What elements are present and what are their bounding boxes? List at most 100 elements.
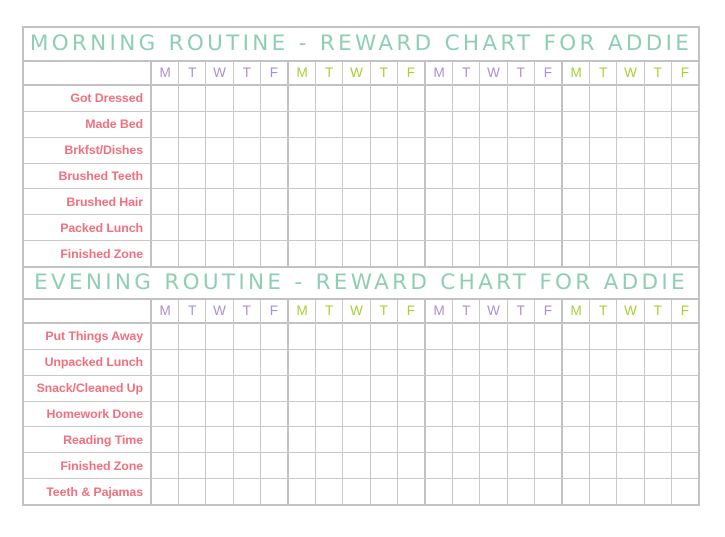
checkbox-cell[interactable] [316, 215, 344, 241]
checkbox-cell[interactable] [534, 163, 562, 189]
checkbox-cell[interactable] [233, 137, 261, 163]
checkbox-cell[interactable] [260, 137, 288, 163]
checkbox-cell[interactable] [453, 215, 481, 241]
checkbox-cell[interactable] [644, 401, 672, 427]
checkbox-cell[interactable] [480, 111, 508, 137]
checkbox-cell[interactable] [260, 479, 288, 505]
checkbox-cell[interactable] [671, 111, 699, 137]
checkbox-cell[interactable] [534, 453, 562, 479]
checkbox-cell[interactable] [397, 163, 425, 189]
checkbox-cell[interactable] [152, 375, 180, 401]
checkbox-cell[interactable] [644, 479, 672, 505]
checkbox-cell[interactable] [671, 86, 699, 111]
checkbox-cell[interactable] [260, 215, 288, 241]
checkbox-cell[interactable] [563, 163, 591, 189]
checkbox-cell[interactable] [617, 401, 645, 427]
checkbox-cell[interactable] [671, 241, 699, 267]
checkbox-cell[interactable] [426, 324, 454, 349]
checkbox-cell[interactable] [426, 349, 454, 375]
checkbox-cell[interactable] [260, 427, 288, 453]
checkbox-cell[interactable] [480, 401, 508, 427]
checkbox-cell[interactable] [590, 241, 618, 267]
checkbox-cell[interactable] [671, 215, 699, 241]
checkbox-cell[interactable] [343, 479, 371, 505]
checkbox-cell[interactable] [590, 215, 618, 241]
checkbox-cell[interactable] [617, 241, 645, 267]
checkbox-cell[interactable] [316, 375, 344, 401]
checkbox-cell[interactable] [534, 324, 562, 349]
checkbox-cell[interactable] [206, 401, 234, 427]
checkbox-cell[interactable] [644, 189, 672, 215]
checkbox-cell[interactable] [289, 349, 317, 375]
checkbox-cell[interactable] [507, 215, 535, 241]
checkbox-cell[interactable] [644, 163, 672, 189]
checkbox-cell[interactable] [507, 324, 535, 349]
checkbox-cell[interactable] [563, 427, 591, 453]
checkbox-cell[interactable] [397, 215, 425, 241]
checkbox-cell[interactable] [534, 137, 562, 163]
checkbox-cell[interactable] [179, 215, 207, 241]
checkbox-cell[interactable] [671, 137, 699, 163]
checkbox-cell[interactable] [671, 401, 699, 427]
checkbox-cell[interactable] [260, 111, 288, 137]
checkbox-cell[interactable] [370, 479, 398, 505]
checkbox-cell[interactable] [152, 324, 180, 349]
checkbox-cell[interactable] [617, 349, 645, 375]
checkbox-cell[interactable] [343, 324, 371, 349]
checkbox-cell[interactable] [343, 349, 371, 375]
checkbox-cell[interactable] [370, 349, 398, 375]
checkbox-cell[interactable] [206, 86, 234, 111]
checkbox-cell[interactable] [179, 86, 207, 111]
checkbox-cell[interactable] [179, 111, 207, 137]
checkbox-cell[interactable] [179, 375, 207, 401]
checkbox-cell[interactable] [397, 189, 425, 215]
checkbox-cell[interactable] [534, 241, 562, 267]
checkbox-cell[interactable] [563, 111, 591, 137]
checkbox-cell[interactable] [480, 189, 508, 215]
checkbox-cell[interactable] [563, 137, 591, 163]
checkbox-cell[interactable] [397, 479, 425, 505]
checkbox-cell[interactable] [289, 324, 317, 349]
checkbox-cell[interactable] [563, 375, 591, 401]
checkbox-cell[interactable] [507, 111, 535, 137]
checkbox-cell[interactable] [426, 215, 454, 241]
checkbox-cell[interactable] [152, 86, 180, 111]
checkbox-cell[interactable] [426, 163, 454, 189]
checkbox-cell[interactable] [426, 111, 454, 137]
checkbox-cell[interactable] [617, 375, 645, 401]
checkbox-cell[interactable] [260, 189, 288, 215]
checkbox-cell[interactable] [343, 453, 371, 479]
checkbox-cell[interactable] [179, 453, 207, 479]
checkbox-cell[interactable] [152, 189, 180, 215]
checkbox-cell[interactable] [233, 111, 261, 137]
checkbox-cell[interactable] [343, 215, 371, 241]
checkbox-cell[interactable] [617, 324, 645, 349]
checkbox-cell[interactable] [671, 375, 699, 401]
checkbox-cell[interactable] [397, 86, 425, 111]
checkbox-cell[interactable] [233, 241, 261, 267]
checkbox-cell[interactable] [152, 479, 180, 505]
checkbox-cell[interactable] [233, 163, 261, 189]
checkbox-cell[interactable] [179, 324, 207, 349]
checkbox-cell[interactable] [426, 401, 454, 427]
checkbox-cell[interactable] [453, 349, 481, 375]
checkbox-cell[interactable] [453, 479, 481, 505]
checkbox-cell[interactable] [260, 401, 288, 427]
checkbox-cell[interactable] [590, 324, 618, 349]
checkbox-cell[interactable] [453, 86, 481, 111]
checkbox-cell[interactable] [233, 324, 261, 349]
checkbox-cell[interactable] [343, 401, 371, 427]
checkbox-cell[interactable] [289, 111, 317, 137]
checkbox-cell[interactable] [590, 375, 618, 401]
checkbox-cell[interactable] [233, 479, 261, 505]
checkbox-cell[interactable] [563, 349, 591, 375]
checkbox-cell[interactable] [644, 215, 672, 241]
checkbox-cell[interactable] [152, 401, 180, 427]
checkbox-cell[interactable] [590, 479, 618, 505]
checkbox-cell[interactable] [316, 479, 344, 505]
checkbox-cell[interactable] [152, 137, 180, 163]
checkbox-cell[interactable] [370, 324, 398, 349]
checkbox-cell[interactable] [563, 324, 591, 349]
checkbox-cell[interactable] [426, 137, 454, 163]
checkbox-cell[interactable] [671, 324, 699, 349]
